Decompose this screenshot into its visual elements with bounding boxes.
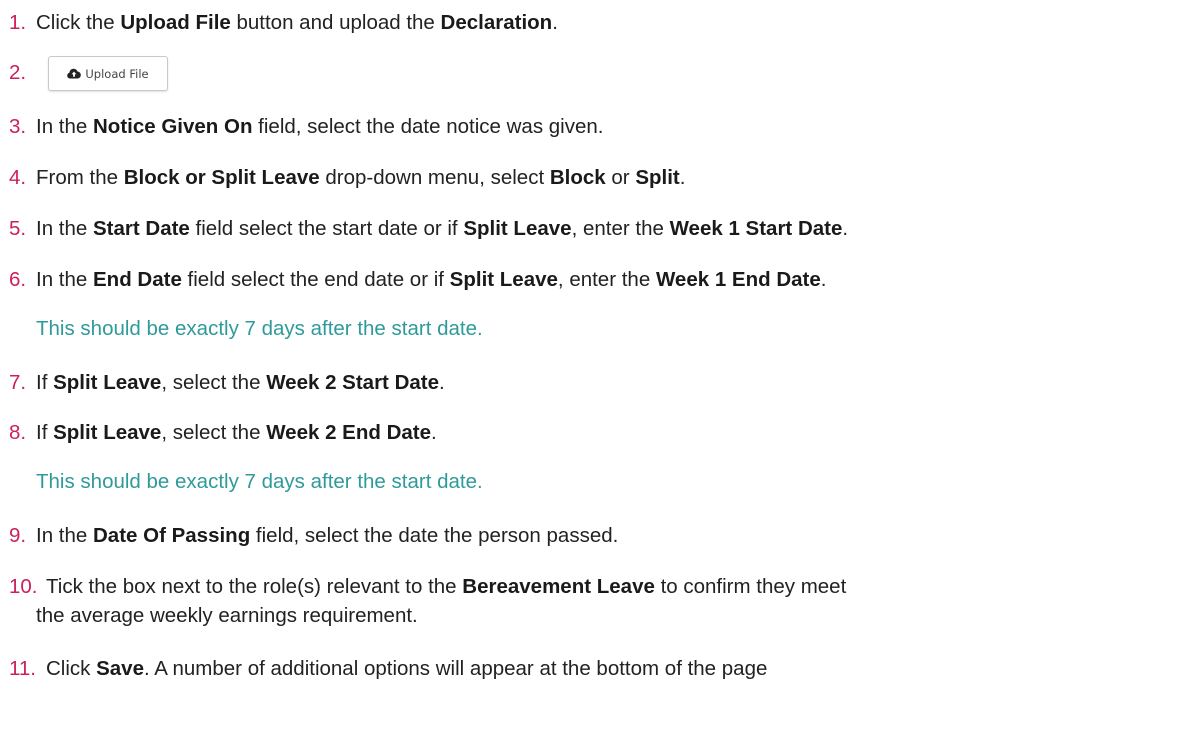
step-number: 5. [9,217,27,240]
step-number: 11. [9,657,36,680]
step-text: If Split Leave, select the Week 2 End Da… [36,421,437,444]
step-text: Click Save. A number of additional optio… [46,657,768,680]
step-10-continuation: the average weekly earnings requirement. [36,604,418,627]
step-text: In the Notice Given On field, select the… [36,115,604,138]
step-number: 1. [9,11,27,34]
step-number: 9. [9,524,27,547]
step-number: 8. [9,421,27,444]
step-text: Click the Upload File button and upload … [36,11,558,34]
cloud-upload-icon [67,68,82,79]
step-text: Tick the box next to the role(s) relevan… [46,575,847,598]
step-number: 2. [9,61,27,84]
upload-file-button[interactable]: Upload File [48,56,168,91]
step-number: 4. [9,166,27,189]
step-text: If Split Leave, select the Week 2 Start … [36,371,445,394]
step-number: 6. [9,268,27,291]
step-text: In the Start Date field select the start… [36,217,849,240]
step-6-note: This should be exactly 7 days after the … [36,317,483,340]
step-text: In the End Date field select the end dat… [36,268,827,291]
step-number: 3. [9,115,27,138]
step-8-note: This should be exactly 7 days after the … [36,470,483,493]
step-text: In the Date Of Passing field, select the… [36,524,619,547]
step-number: 7. [9,371,27,394]
upload-file-label: Upload File [85,66,149,81]
step-number: 10. [9,575,38,598]
step-text: From the Block or Split Leave drop-down … [36,166,686,189]
